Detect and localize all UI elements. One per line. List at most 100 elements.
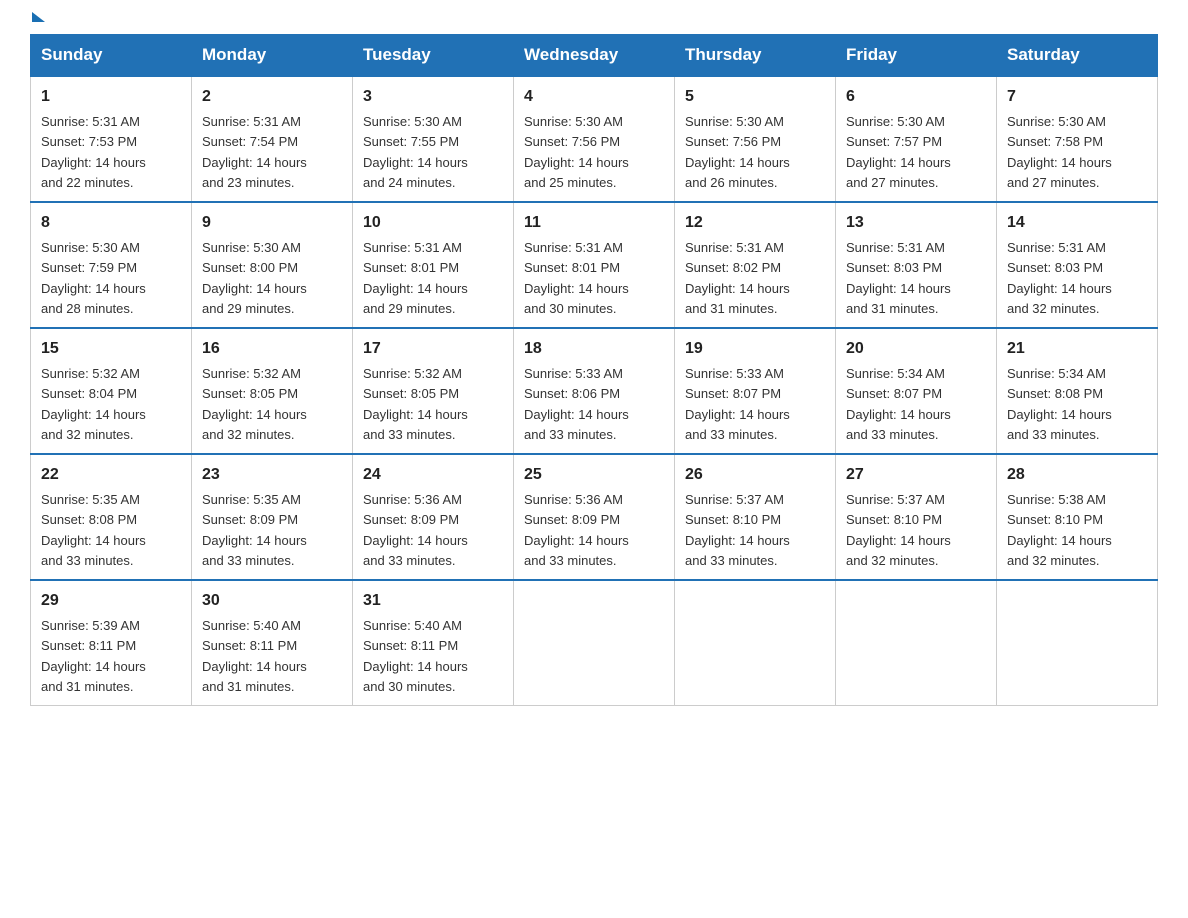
calendar-week-row: 15 Sunrise: 5:32 AMSunset: 8:04 PMDaylig… (31, 328, 1158, 454)
day-info: Sunrise: 5:34 AMSunset: 8:07 PMDaylight:… (846, 366, 951, 442)
weekday-header-tuesday: Tuesday (353, 35, 514, 77)
day-info: Sunrise: 5:37 AMSunset: 8:10 PMDaylight:… (685, 492, 790, 568)
calendar-cell: 16 Sunrise: 5:32 AMSunset: 8:05 PMDaylig… (192, 328, 353, 454)
day-info: Sunrise: 5:35 AMSunset: 8:09 PMDaylight:… (202, 492, 307, 568)
weekday-header-wednesday: Wednesday (514, 35, 675, 77)
day-number: 20 (846, 337, 986, 361)
calendar-cell: 9 Sunrise: 5:30 AMSunset: 8:00 PMDayligh… (192, 202, 353, 328)
weekday-header-row: SundayMondayTuesdayWednesdayThursdayFrid… (31, 35, 1158, 77)
calendar-cell: 29 Sunrise: 5:39 AMSunset: 8:11 PMDaylig… (31, 580, 192, 706)
day-number: 28 (1007, 463, 1147, 487)
calendar-cell: 8 Sunrise: 5:30 AMSunset: 7:59 PMDayligh… (31, 202, 192, 328)
day-number: 18 (524, 337, 664, 361)
day-number: 22 (41, 463, 181, 487)
day-info: Sunrise: 5:40 AMSunset: 8:11 PMDaylight:… (202, 618, 307, 694)
page-header (30, 20, 1158, 24)
day-info: Sunrise: 5:39 AMSunset: 8:11 PMDaylight:… (41, 618, 146, 694)
calendar-cell: 26 Sunrise: 5:37 AMSunset: 8:10 PMDaylig… (675, 454, 836, 580)
calendar-cell: 11 Sunrise: 5:31 AMSunset: 8:01 PMDaylig… (514, 202, 675, 328)
day-info: Sunrise: 5:31 AMSunset: 8:02 PMDaylight:… (685, 240, 790, 316)
day-number: 24 (363, 463, 503, 487)
calendar-cell: 20 Sunrise: 5:34 AMSunset: 8:07 PMDaylig… (836, 328, 997, 454)
day-info: Sunrise: 5:30 AMSunset: 7:57 PMDaylight:… (846, 114, 951, 190)
calendar-cell: 22 Sunrise: 5:35 AMSunset: 8:08 PMDaylig… (31, 454, 192, 580)
day-number: 12 (685, 211, 825, 235)
day-number: 30 (202, 589, 342, 613)
day-number: 17 (363, 337, 503, 361)
day-info: Sunrise: 5:32 AMSunset: 8:05 PMDaylight:… (202, 366, 307, 442)
day-info: Sunrise: 5:36 AMSunset: 8:09 PMDaylight:… (363, 492, 468, 568)
calendar-cell (836, 580, 997, 706)
day-number: 6 (846, 85, 986, 109)
calendar-cell: 2 Sunrise: 5:31 AMSunset: 7:54 PMDayligh… (192, 76, 353, 202)
day-number: 23 (202, 463, 342, 487)
calendar-table: SundayMondayTuesdayWednesdayThursdayFrid… (30, 34, 1158, 706)
calendar-cell: 21 Sunrise: 5:34 AMSunset: 8:08 PMDaylig… (997, 328, 1158, 454)
calendar-cell: 18 Sunrise: 5:33 AMSunset: 8:06 PMDaylig… (514, 328, 675, 454)
calendar-cell (514, 580, 675, 706)
calendar-cell (675, 580, 836, 706)
calendar-cell: 3 Sunrise: 5:30 AMSunset: 7:55 PMDayligh… (353, 76, 514, 202)
day-number: 7 (1007, 85, 1147, 109)
calendar-cell: 23 Sunrise: 5:35 AMSunset: 8:09 PMDaylig… (192, 454, 353, 580)
calendar-cell: 28 Sunrise: 5:38 AMSunset: 8:10 PMDaylig… (997, 454, 1158, 580)
day-number: 29 (41, 589, 181, 613)
calendar-week-row: 1 Sunrise: 5:31 AMSunset: 7:53 PMDayligh… (31, 76, 1158, 202)
logo-triangle-icon (32, 12, 45, 22)
calendar-cell: 1 Sunrise: 5:31 AMSunset: 7:53 PMDayligh… (31, 76, 192, 202)
day-number: 5 (685, 85, 825, 109)
calendar-cell: 7 Sunrise: 5:30 AMSunset: 7:58 PMDayligh… (997, 76, 1158, 202)
day-number: 3 (363, 85, 503, 109)
weekday-header-saturday: Saturday (997, 35, 1158, 77)
calendar-week-row: 8 Sunrise: 5:30 AMSunset: 7:59 PMDayligh… (31, 202, 1158, 328)
day-number: 26 (685, 463, 825, 487)
day-info: Sunrise: 5:37 AMSunset: 8:10 PMDaylight:… (846, 492, 951, 568)
day-number: 9 (202, 211, 342, 235)
calendar-cell: 6 Sunrise: 5:30 AMSunset: 7:57 PMDayligh… (836, 76, 997, 202)
calendar-cell: 15 Sunrise: 5:32 AMSunset: 8:04 PMDaylig… (31, 328, 192, 454)
calendar-cell: 12 Sunrise: 5:31 AMSunset: 8:02 PMDaylig… (675, 202, 836, 328)
day-info: Sunrise: 5:33 AMSunset: 8:06 PMDaylight:… (524, 366, 629, 442)
day-info: Sunrise: 5:30 AMSunset: 7:56 PMDaylight:… (685, 114, 790, 190)
day-info: Sunrise: 5:31 AMSunset: 8:03 PMDaylight:… (1007, 240, 1112, 316)
day-info: Sunrise: 5:31 AMSunset: 8:01 PMDaylight:… (524, 240, 629, 316)
calendar-cell: 19 Sunrise: 5:33 AMSunset: 8:07 PMDaylig… (675, 328, 836, 454)
weekday-header-monday: Monday (192, 35, 353, 77)
weekday-header-friday: Friday (836, 35, 997, 77)
weekday-header-thursday: Thursday (675, 35, 836, 77)
calendar-week-row: 22 Sunrise: 5:35 AMSunset: 8:08 PMDaylig… (31, 454, 1158, 580)
calendar-cell (997, 580, 1158, 706)
day-info: Sunrise: 5:33 AMSunset: 8:07 PMDaylight:… (685, 366, 790, 442)
calendar-cell: 30 Sunrise: 5:40 AMSunset: 8:11 PMDaylig… (192, 580, 353, 706)
day-info: Sunrise: 5:31 AMSunset: 7:53 PMDaylight:… (41, 114, 146, 190)
day-info: Sunrise: 5:35 AMSunset: 8:08 PMDaylight:… (41, 492, 146, 568)
day-number: 1 (41, 85, 181, 109)
day-info: Sunrise: 5:38 AMSunset: 8:10 PMDaylight:… (1007, 492, 1112, 568)
calendar-cell: 13 Sunrise: 5:31 AMSunset: 8:03 PMDaylig… (836, 202, 997, 328)
calendar-cell: 24 Sunrise: 5:36 AMSunset: 8:09 PMDaylig… (353, 454, 514, 580)
calendar-cell: 25 Sunrise: 5:36 AMSunset: 8:09 PMDaylig… (514, 454, 675, 580)
day-number: 11 (524, 211, 664, 235)
day-info: Sunrise: 5:30 AMSunset: 7:58 PMDaylight:… (1007, 114, 1112, 190)
day-info: Sunrise: 5:30 AMSunset: 7:59 PMDaylight:… (41, 240, 146, 316)
day-number: 25 (524, 463, 664, 487)
day-info: Sunrise: 5:30 AMSunset: 7:55 PMDaylight:… (363, 114, 468, 190)
calendar-cell: 5 Sunrise: 5:30 AMSunset: 7:56 PMDayligh… (675, 76, 836, 202)
day-info: Sunrise: 5:31 AMSunset: 8:03 PMDaylight:… (846, 240, 951, 316)
day-info: Sunrise: 5:31 AMSunset: 7:54 PMDaylight:… (202, 114, 307, 190)
day-number: 10 (363, 211, 503, 235)
day-number: 14 (1007, 211, 1147, 235)
weekday-header-sunday: Sunday (31, 35, 192, 77)
day-number: 27 (846, 463, 986, 487)
day-info: Sunrise: 5:32 AMSunset: 8:04 PMDaylight:… (41, 366, 146, 442)
day-info: Sunrise: 5:30 AMSunset: 7:56 PMDaylight:… (524, 114, 629, 190)
day-number: 21 (1007, 337, 1147, 361)
day-info: Sunrise: 5:30 AMSunset: 8:00 PMDaylight:… (202, 240, 307, 316)
day-number: 8 (41, 211, 181, 235)
day-info: Sunrise: 5:34 AMSunset: 8:08 PMDaylight:… (1007, 366, 1112, 442)
calendar-cell: 4 Sunrise: 5:30 AMSunset: 7:56 PMDayligh… (514, 76, 675, 202)
day-number: 2 (202, 85, 342, 109)
calendar-week-row: 29 Sunrise: 5:39 AMSunset: 8:11 PMDaylig… (31, 580, 1158, 706)
calendar-cell: 17 Sunrise: 5:32 AMSunset: 8:05 PMDaylig… (353, 328, 514, 454)
calendar-cell: 10 Sunrise: 5:31 AMSunset: 8:01 PMDaylig… (353, 202, 514, 328)
